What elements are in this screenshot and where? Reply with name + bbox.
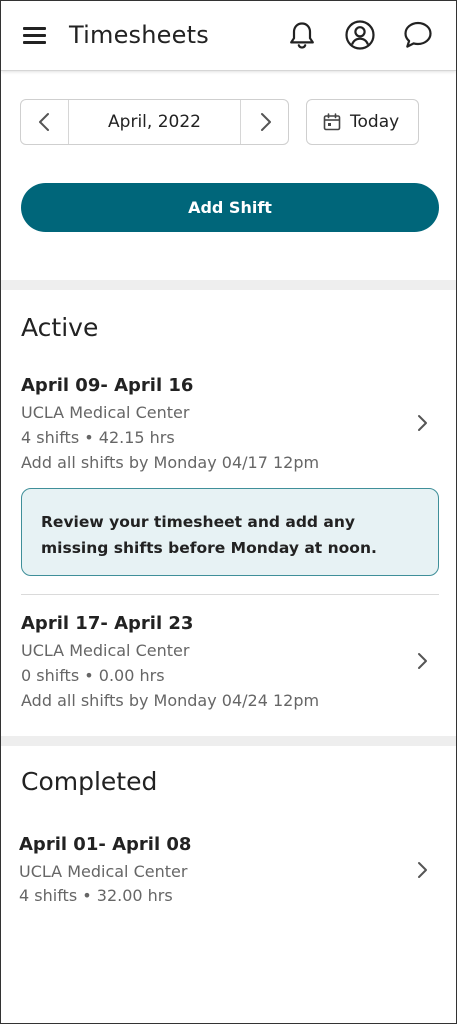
chevron-right-icon (418, 862, 427, 878)
bell-icon[interactable] (286, 19, 318, 51)
app-frame: Timesheets April, 2022 Today Add Shift A… (0, 0, 457, 1024)
top-app-bar: Timesheets (1, 1, 456, 71)
page-title: Timesheets (69, 21, 209, 49)
timesheet-week-row[interactable]: April 17- April 23 UCLA Medical Center 0… (1, 613, 456, 713)
chevron-right-icon (418, 415, 427, 431)
timesheet-notice: Review your timesheet and add any missin… (21, 488, 439, 576)
previous-period-button[interactable] (21, 100, 69, 144)
today-button[interactable]: Today (306, 99, 419, 145)
menu-icon[interactable] (23, 25, 47, 47)
week-range: April 01- April 08 (19, 834, 192, 855)
week-deadline: Add all shifts by Monday 04/17 12pm (21, 453, 320, 472)
chevron-right-icon (261, 113, 271, 131)
week-deadline: Add all shifts by Monday 04/24 12pm (21, 691, 320, 710)
completed-section-title: Completed (21, 767, 158, 796)
timesheet-week-row[interactable]: April 01- April 08 UCLA Medical Center 4… (1, 834, 456, 909)
week-summary: 4 shifts • 42.15 hrs (21, 428, 175, 447)
section-divider (1, 280, 456, 290)
chevron-left-icon (39, 113, 49, 131)
week-summary: 0 shifts • 0.00 hrs (21, 666, 165, 685)
active-section-title: Active (21, 313, 99, 342)
timesheet-week-row[interactable]: April 09- April 16 UCLA Medical Center 4… (1, 375, 456, 475)
add-shift-button[interactable]: Add Shift (21, 183, 439, 232)
period-label: April, 2022 (108, 112, 201, 132)
week-location: UCLA Medical Center (19, 862, 188, 881)
section-divider (1, 736, 456, 746)
chevron-right-icon (418, 653, 427, 669)
notice-text: Review your timesheet and add any missin… (41, 513, 377, 557)
row-divider (21, 594, 439, 595)
account-icon[interactable] (344, 19, 376, 51)
period-selector: April, 2022 (20, 99, 289, 145)
week-location: UCLA Medical Center (21, 403, 190, 422)
week-range: April 09- April 16 (21, 375, 194, 396)
week-summary: 4 shifts • 32.00 hrs (19, 886, 173, 905)
today-label: Today (350, 112, 400, 132)
next-period-button[interactable] (240, 100, 288, 144)
chat-icon[interactable] (402, 19, 434, 51)
calendar-icon (323, 113, 341, 131)
week-location: UCLA Medical Center (21, 641, 190, 660)
week-range: April 17- April 23 (21, 613, 194, 634)
